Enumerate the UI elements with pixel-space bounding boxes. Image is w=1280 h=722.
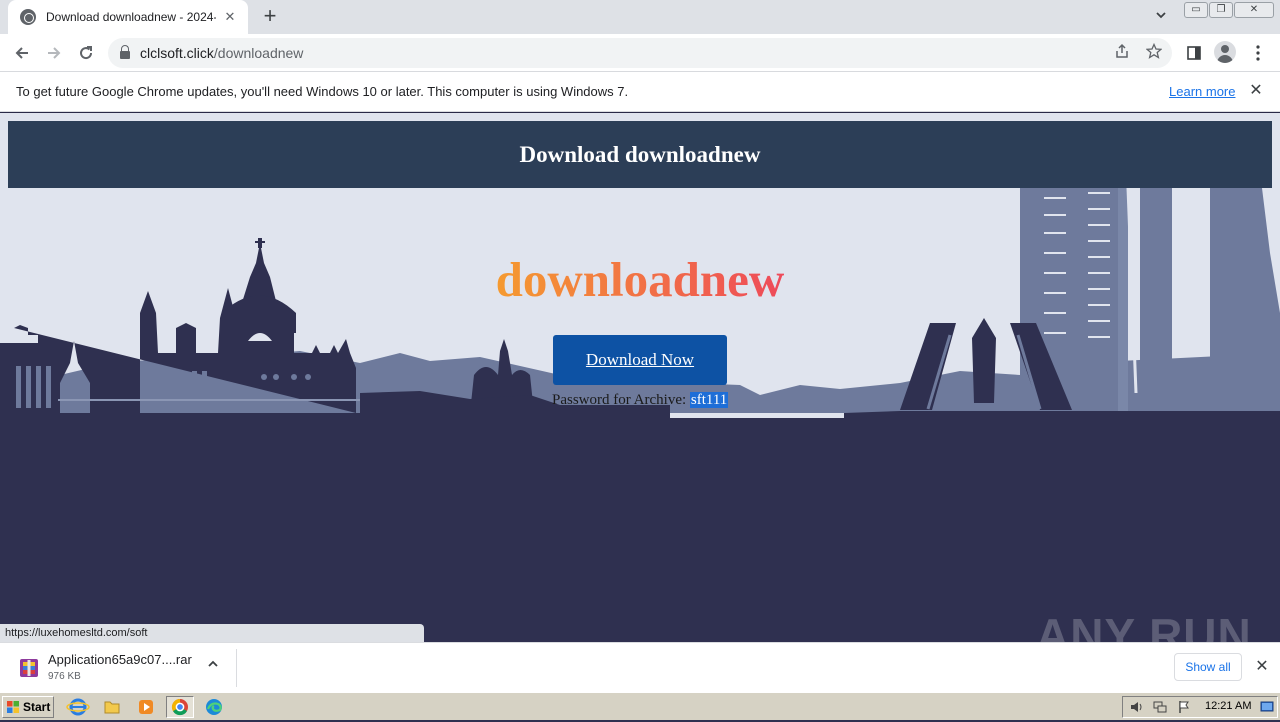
shelf-close-icon[interactable]: ✕ [1252, 657, 1272, 677]
globe-icon [20, 9, 36, 25]
restore-button[interactable]: ❐ [1209, 2, 1233, 18]
brand-title: downloadnew [0, 251, 1280, 308]
download-file-name[interactable]: Application65a9c07....rar [48, 652, 192, 667]
profile-avatar-icon[interactable] [1214, 41, 1236, 63]
menu-icon[interactable] [1246, 41, 1270, 65]
new-tab-button[interactable]: + [258, 5, 282, 29]
chevron-down-icon[interactable] [1152, 8, 1170, 26]
system-tray: 12:21 AM [1122, 696, 1278, 718]
media-player-icon[interactable] [132, 696, 160, 718]
tab-title: Download downloadnew - 2024-01- [46, 10, 216, 24]
shelf-divider [236, 649, 237, 687]
url-path: /downloadnew [213, 45, 304, 61]
start-button[interactable]: Start [2, 696, 54, 718]
file-explorer-icon[interactable] [98, 696, 126, 718]
share-icon[interactable] [1112, 43, 1132, 63]
internet-explorer-icon[interactable] [64, 696, 92, 718]
windows-taskbar: Start 12:21 AM [0, 692, 1280, 720]
password-value[interactable]: sft111 [689, 392, 729, 408]
url-text: clclsoft.click/downloadnew [140, 45, 303, 61]
status-url-bubble: https://luxehomesltd.com/soft [0, 624, 424, 642]
tab-active[interactable]: Download downloadnew - 2024-01- ✕ [8, 0, 248, 34]
chrome-icon[interactable] [166, 696, 194, 718]
forward-icon[interactable] [42, 41, 66, 65]
edge-icon[interactable] [200, 696, 228, 718]
back-icon[interactable] [10, 41, 34, 65]
rar-file-icon[interactable] [18, 657, 40, 679]
password-label: Password for Archive: [552, 392, 690, 408]
download-file-size: 976 KB [48, 671, 81, 682]
archive-password: Password for Archive: sft111 [552, 392, 729, 409]
infobar-close-icon[interactable]: ✕ [1246, 81, 1266, 101]
start-label: Start [23, 700, 51, 714]
web-page: Download downloadnew downloadnew Downloa… [0, 113, 1280, 642]
minimize-button[interactable]: ▭ [1184, 2, 1208, 18]
browser-toolbar: clclsoft.click/downloadnew [0, 34, 1280, 72]
show-all-button[interactable]: Show all [1174, 653, 1242, 681]
star-icon[interactable] [1144, 42, 1164, 63]
show-desktop-icon[interactable] [1260, 700, 1274, 714]
lock-icon[interactable] [120, 45, 130, 59]
infobar-message: To get future Google Chrome updates, you… [16, 84, 629, 99]
download-now-label: Download Now [585, 350, 695, 369]
taskbar-clock[interactable]: 12:21 AM [1205, 700, 1251, 712]
volume-icon[interactable] [1129, 700, 1143, 714]
tab-close-icon[interactable]: ✕ [222, 9, 238, 25]
download-now-button[interactable]: Download Now [553, 335, 727, 385]
window-close-button[interactable]: ✕ [1234, 2, 1274, 18]
action-center-flag-icon[interactable] [1177, 700, 1191, 714]
network-icon[interactable] [1153, 700, 1167, 714]
reload-icon[interactable] [74, 41, 98, 65]
page-header: Download downloadnew [8, 121, 1272, 188]
windows-logo-icon [7, 701, 19, 713]
chevron-up-icon[interactable] [204, 657, 222, 675]
download-shelf: Application65a9c07....rar 976 KB Show al… [0, 642, 1280, 692]
brand-title-text: downloadnew [495, 252, 785, 307]
learn-more-link[interactable]: Learn more [1169, 84, 1235, 99]
address-bar[interactable]: clclsoft.click/downloadnew [108, 38, 1172, 68]
update-infobar: To get future Google Chrome updates, you… [0, 72, 1280, 112]
tab-strip: Download downloadnew - 2024-01- ✕ + ▭ ❐ … [0, 0, 1280, 34]
side-panel-icon[interactable] [1182, 41, 1206, 65]
page-header-title: Download downloadnew [519, 141, 761, 167]
url-host: clclsoft.click [140, 45, 214, 61]
